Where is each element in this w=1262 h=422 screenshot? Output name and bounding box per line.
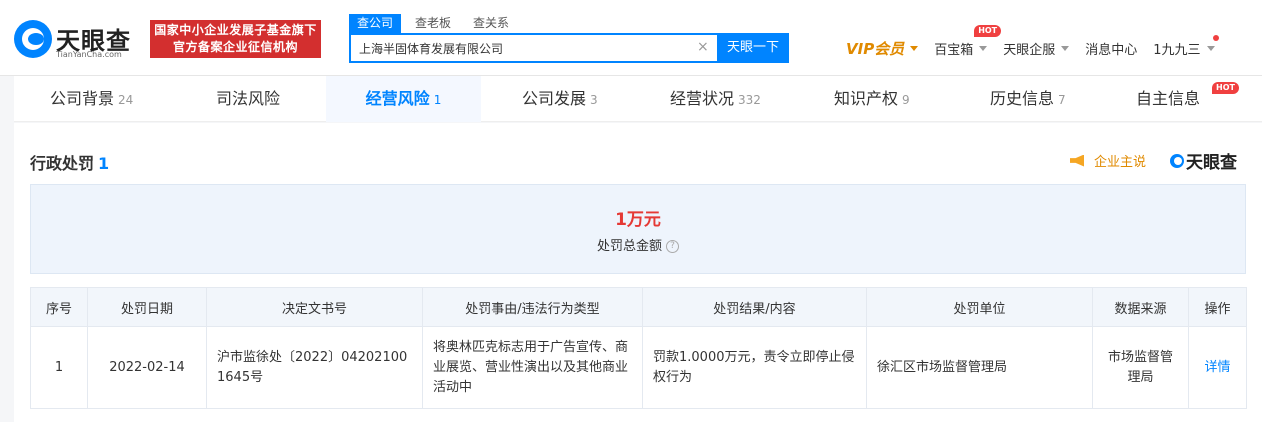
- vip-menu[interactable]: VIP会员: [846, 38, 919, 59]
- column-header: 处罚事由/违法行为类型: [422, 287, 643, 327]
- chevron-down-icon: [979, 45, 988, 51]
- brand-text: 天眼查: [1186, 153, 1237, 173]
- search-tab-relation[interactable]: 查关系: [465, 14, 517, 34]
- search-input[interactable]: [351, 35, 711, 61]
- enterprise-say-label: 企业主说: [1094, 155, 1147, 170]
- user-name: 1九九三: [1153, 42, 1201, 58]
- column-header: 处罚日期: [87, 287, 207, 327]
- speaker-icon: [1070, 154, 1084, 167]
- column-header: 数据来源: [1092, 287, 1189, 327]
- penalty-authority: 徐汇区市场监督管理局: [866, 326, 1093, 409]
- column-header: 决定文书号: [206, 287, 423, 327]
- gov-badge-line2: 官方备案企业征信机构: [172, 40, 298, 54]
- table-header-row: 序号 处罚日期 决定文书号 处罚事由/违法行为类型 处罚结果/内容 处罚单位 数…: [30, 287, 1247, 327]
- column-header: 操作: [1188, 287, 1247, 327]
- tab-self-info[interactable]: 自主信息 HOT: [1136, 76, 1239, 122]
- hot-badge: HOT: [974, 24, 1002, 37]
- tab-label: 自主信息: [1136, 89, 1201, 108]
- tab-count: 7: [1058, 93, 1066, 107]
- search-type-tabs: 查公司 查老板 查关系: [349, 14, 523, 34]
- user-menu[interactable]: 1九九三: [1153, 34, 1220, 58]
- tab-count: 24: [118, 93, 134, 107]
- tab-label: 司法风险: [216, 89, 281, 108]
- column-header: 序号: [30, 287, 88, 327]
- detail-link[interactable]: 详情: [1204, 360, 1230, 375]
- message-center-label: 消息中心: [1085, 42, 1138, 58]
- decision-document-number: 沪市监徐处〔2022〕042021001645号: [206, 326, 423, 409]
- tab-label: 经营风险: [365, 89, 430, 108]
- chevron-down-icon: [1206, 45, 1215, 51]
- site-logo[interactable]: 天眼查 TianYanCha.com: [14, 20, 138, 62]
- logo-mark-icon: [14, 20, 52, 58]
- penalty-table: 序号 处罚日期 决定文书号 处罚事由/违法行为类型 处罚结果/内容 处罚单位 数…: [30, 287, 1247, 409]
- total-penalty-label: 处罚总金额?: [31, 235, 1245, 254]
- tab-count: 3: [590, 93, 598, 107]
- penalty-result: 罚款1.0000万元，责令立即停止侵权行为: [642, 326, 867, 409]
- column-header: 处罚结果/内容: [642, 287, 867, 327]
- data-source: 市场监督管理局: [1092, 326, 1189, 409]
- penalty-summary: 1万元 处罚总金额?: [30, 184, 1246, 274]
- tab-label: 公司发展: [522, 89, 587, 108]
- notification-dot: [1213, 34, 1220, 41]
- total-penalty-amount: 1万元: [615, 210, 661, 230]
- penalty-section: 行政处罚 1 企业主说 天眼查 1万元 处罚总金额? 序号 处罚日期 决定文书号 …: [14, 123, 1262, 422]
- penalty-reason: 将奥林匹克标志用于广告宣传、商业展览、营业性演出以及其他商业活动中: [422, 326, 643, 409]
- detail-cell: 详情: [1188, 326, 1247, 409]
- total-penalty-label-text: 处罚总金额: [596, 239, 662, 254]
- logo-mark-icon: [1170, 153, 1184, 168]
- tab-count: 1: [433, 93, 442, 107]
- treasure-label: 百宝箱: [934, 42, 974, 58]
- search-button[interactable]: 天眼一下: [717, 33, 789, 63]
- penalty-date: 2022-02-14: [87, 326, 207, 409]
- chevron-down-icon: [1061, 45, 1070, 51]
- tab-operating-risk[interactable]: 经营风险 1: [326, 76, 481, 122]
- tab-label: 知识产权: [834, 89, 899, 108]
- tab-company-development[interactable]: 公司发展 3: [522, 76, 598, 122]
- tab-count: 9: [902, 93, 910, 107]
- table-row: 1 2022-02-14 沪市监徐处〔2022〕042021001645号 将奥…: [30, 326, 1247, 409]
- tab-history[interactable]: 历史信息 7: [990, 76, 1066, 122]
- brand-watermark: 天眼查: [1170, 148, 1237, 173]
- tab-label: 经营状况: [670, 89, 735, 108]
- section-title-text: 行政处罚: [30, 154, 95, 173]
- row-number: 1: [30, 326, 88, 409]
- vip-label: VIP会员: [846, 39, 905, 58]
- enterprise-service-menu[interactable]: 天眼企服: [1003, 39, 1070, 58]
- tab-intellectual-property[interactable]: 知识产权 9: [834, 76, 910, 122]
- tab-label: 公司背景: [50, 89, 115, 108]
- tab-count: 332: [738, 93, 761, 107]
- gov-badge-line1: 国家中小企业发展子基金旗下: [154, 23, 317, 37]
- tab-label: 历史信息: [990, 89, 1055, 108]
- column-header: 处罚单位: [866, 287, 1093, 327]
- section-count: 1: [98, 154, 110, 173]
- enterprise-say-link[interactable]: 企业主说: [1070, 151, 1146, 170]
- top-header: 天眼查 TianYanCha.com 国家中小企业发展子基金旗下 官方备案企业征…: [0, 0, 1262, 76]
- tab-business-status[interactable]: 经营状况 332: [670, 76, 761, 122]
- enterprise-service-label: 天眼企服: [1003, 42, 1056, 58]
- logo-subtitle: TianYanCha.com: [56, 50, 122, 59]
- gov-badge[interactable]: 国家中小企业发展子基金旗下 官方备案企业征信机构: [150, 20, 321, 58]
- chevron-down-icon: [910, 45, 919, 51]
- search-tab-company[interactable]: 查公司: [349, 14, 402, 34]
- section-title: 行政处罚 1: [30, 150, 109, 174]
- hot-badge: HOT: [1212, 82, 1239, 94]
- search-tab-boss[interactable]: 查老板: [407, 14, 459, 34]
- tab-judicial-risk[interactable]: 司法风险: [216, 76, 284, 122]
- treasure-menu[interactable]: 百宝箱 HOT: [934, 24, 1002, 58]
- clear-icon[interactable]: ×: [697, 39, 709, 55]
- top-nav: VIP会员 百宝箱 HOT 天眼企服 消息中心 1九九三: [846, 24, 1220, 59]
- search-box: × 天眼一下: [349, 33, 789, 63]
- help-icon[interactable]: ?: [666, 240, 679, 253]
- tab-company-background[interactable]: 公司背景 24: [50, 76, 133, 122]
- company-tabs: 公司背景 24 司法风险 经营风险 1 公司发展 3 经营状况 332 知识产权 9 历史…: [14, 76, 1262, 122]
- message-center-link[interactable]: 消息中心: [1085, 39, 1137, 58]
